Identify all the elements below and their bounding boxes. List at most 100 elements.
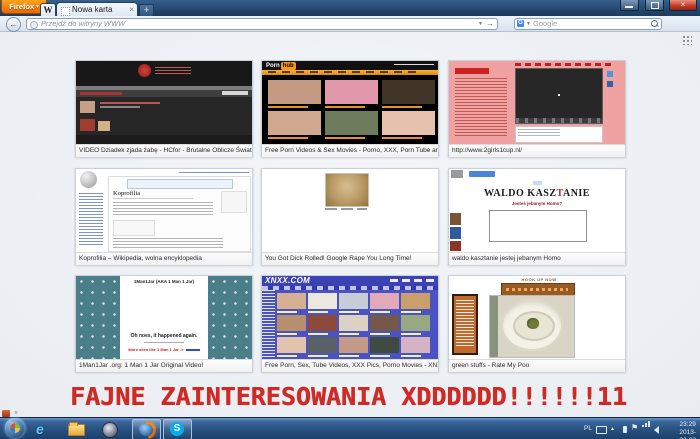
thumbnail-preview: XNXX.COM bbox=[262, 276, 438, 359]
site-heading: WALDO KASZTANIE bbox=[449, 188, 625, 199]
keyboard-icon[interactable] bbox=[596, 426, 607, 434]
decor-block bbox=[515, 63, 615, 66]
decor-block bbox=[268, 106, 432, 108]
volume-icon[interactable] bbox=[654, 426, 659, 434]
taskbar-internet-explorer-icon[interactable]: e bbox=[36, 421, 52, 437]
video-thumb bbox=[339, 293, 368, 309]
video-thumb bbox=[308, 315, 337, 331]
decor-block bbox=[80, 119, 95, 131]
heading-part: ANIE bbox=[563, 188, 590, 199]
language-indicator[interactable]: PL bbox=[584, 425, 592, 432]
infobox bbox=[221, 191, 247, 213]
minimize-button[interactable] bbox=[620, 0, 639, 11]
window-titlebar: Firefox ▾ W Nowa karta × + × bbox=[0, 0, 700, 16]
thumbnail-pornhub[interactable]: Pornhub Free Porn Videos & Sex Movies - … bbox=[261, 60, 439, 157]
share-icon bbox=[607, 71, 613, 77]
navigation-toolbar: ← Przejdź do witryny WWW ▼ → G ▼ Google … bbox=[0, 16, 700, 32]
sidebar-links bbox=[79, 193, 103, 245]
video-thumb bbox=[268, 80, 321, 104]
decor-block bbox=[222, 91, 248, 95]
thumbnail-2girls1cup[interactable]: http://www.2girls1cup.nl/ bbox=[448, 60, 626, 157]
thumbnail-hcfor[interactable]: VIDEO Dziadek zjada żabę - HCfor - Bruta… bbox=[75, 60, 253, 157]
decor-block bbox=[268, 137, 432, 139]
thumbnail-preview: Koprofilia bbox=[76, 169, 252, 252]
chevron-down-icon[interactable]: ▼ bbox=[526, 19, 531, 29]
taskbar-app-icon[interactable] bbox=[102, 422, 118, 438]
history-dropdown-icon[interactable]: ▼ bbox=[478, 19, 483, 29]
windows-flag-icon bbox=[10, 423, 20, 433]
show-hidden-icons[interactable]: ▲ bbox=[610, 426, 615, 432]
thumbnail-1man1jar[interactable]: 1Man1Jar (AKA 1 Man 1 Jar) Oh noes, it h… bbox=[75, 275, 253, 372]
skype-icon: S bbox=[170, 422, 184, 436]
thumbnail-xnxx[interactable]: XNXX.COM Free Porn, Sex, Tube Videos, XX… bbox=[261, 275, 439, 372]
maximize-button[interactable] bbox=[645, 0, 664, 11]
battery-icon[interactable] bbox=[623, 426, 627, 433]
decor-block bbox=[518, 129, 560, 137]
thumbnail-ratemypoo[interactable]: HOOK UP NOW green stuffs - Rate My Poo bbox=[448, 275, 626, 372]
decor-block bbox=[450, 241, 461, 251]
search-icon[interactable] bbox=[651, 20, 658, 27]
search-bar[interactable]: G ▼ Google bbox=[514, 18, 662, 30]
page-message: Oh noes, it happened again. bbox=[120, 333, 208, 339]
decor-block bbox=[394, 64, 434, 66]
thumbnail-preview: Pornhub bbox=[262, 61, 438, 144]
video-thumb bbox=[382, 80, 435, 104]
thumbnail-preview: HOOK UP NOW bbox=[449, 276, 625, 359]
thumbnail-preview bbox=[262, 169, 438, 252]
thumbnail-wikipedia[interactable]: Koprofilia Koprofilia – Wikipedia, wolna… bbox=[75, 168, 253, 265]
google-icon[interactable]: G bbox=[517, 20, 524, 27]
decor-block bbox=[450, 213, 461, 225]
video-thumb bbox=[339, 315, 368, 331]
action-center-flag-icon[interactable]: ⚑ bbox=[631, 423, 638, 432]
tab-title: Nowa karta bbox=[72, 3, 112, 17]
video-thumb bbox=[401, 315, 430, 331]
decor-block bbox=[98, 121, 110, 131]
link-line: More sites like 1 Man 1 Jar -> bbox=[120, 347, 208, 352]
decor-block bbox=[144, 342, 184, 343]
video-thumb bbox=[370, 315, 399, 331]
thumbnail-caption: 1Man1Jar .org: 1 Man 1 Jar Original Vide… bbox=[76, 359, 252, 372]
thumbnail-caption: Free Porn Videos & Sex Movies - Porno, X… bbox=[262, 144, 438, 157]
logo-badge: hub bbox=[281, 62, 296, 70]
address-bar[interactable]: Przejdź do witryny WWW ▼ → bbox=[26, 18, 498, 30]
decor-block bbox=[277, 355, 430, 357]
toc-box bbox=[113, 220, 155, 236]
close-tab-icon[interactable]: × bbox=[129, 3, 134, 17]
thumbnail-dickroll[interactable]: You Got Dick Rolled! Google Rape You Lon… bbox=[261, 168, 439, 265]
link-text: More sites like 1 Man 1 Jar -> bbox=[128, 347, 183, 352]
thumbnail-caption: VIDEO Dziadek zjada żabę - HCfor - Bruta… bbox=[76, 144, 252, 157]
thumbnail-caption: waldo kasztanie jestej jebanym Homo bbox=[449, 252, 625, 265]
taskbar-skype-button[interactable]: S bbox=[163, 419, 192, 439]
video-thumb bbox=[268, 111, 321, 135]
start-button[interactable] bbox=[5, 418, 25, 438]
address-placeholder: Przejdź do witryny WWW bbox=[41, 19, 125, 29]
decor-block bbox=[490, 296, 498, 357]
taskbar: e S PL ▲ ⚑ 23:29 2013-02-23 bbox=[0, 417, 700, 439]
video-thumb bbox=[339, 337, 368, 353]
taskbar-clock[interactable]: 23:29 2013-02-23 bbox=[679, 421, 696, 439]
article-heading: Koprofilia bbox=[113, 190, 193, 199]
decor-block bbox=[455, 68, 489, 74]
search-placeholder: Google bbox=[533, 19, 557, 29]
clock-date: 2013-02-23 bbox=[679, 429, 696, 439]
video-player bbox=[515, 68, 603, 124]
firefox-menu-label: Firefox bbox=[9, 2, 34, 11]
grid-toggle-icon[interactable] bbox=[681, 34, 692, 45]
decor-block bbox=[155, 67, 191, 76]
thumbnail-caption: http://www.2girls1cup.nl/ bbox=[449, 144, 625, 157]
decor-block bbox=[558, 94, 560, 96]
pinned-tab-wikipedia[interactable]: W bbox=[40, 3, 56, 17]
go-arrow-icon[interactable]: → bbox=[486, 19, 494, 29]
thumbnail-waldo[interactable]: WALDO KASZTANIE Jesteś jebanym Homo? wal… bbox=[448, 168, 626, 265]
close-window-button[interactable]: × bbox=[669, 0, 697, 11]
decor-block bbox=[325, 208, 367, 210]
clock-time: 23:29 bbox=[679, 421, 696, 429]
decor-block bbox=[277, 333, 430, 335]
back-button[interactable]: ← bbox=[6, 17, 21, 32]
tab-nowa-karta[interactable]: Nowa karta × bbox=[56, 2, 138, 17]
taskbar-explorer-icon[interactable] bbox=[68, 424, 85, 436]
taskbar-firefox-button[interactable] bbox=[132, 419, 161, 439]
chevron-down-icon: ▾ bbox=[36, 4, 39, 10]
video-thumb bbox=[325, 111, 378, 135]
video-thumb bbox=[308, 337, 337, 353]
